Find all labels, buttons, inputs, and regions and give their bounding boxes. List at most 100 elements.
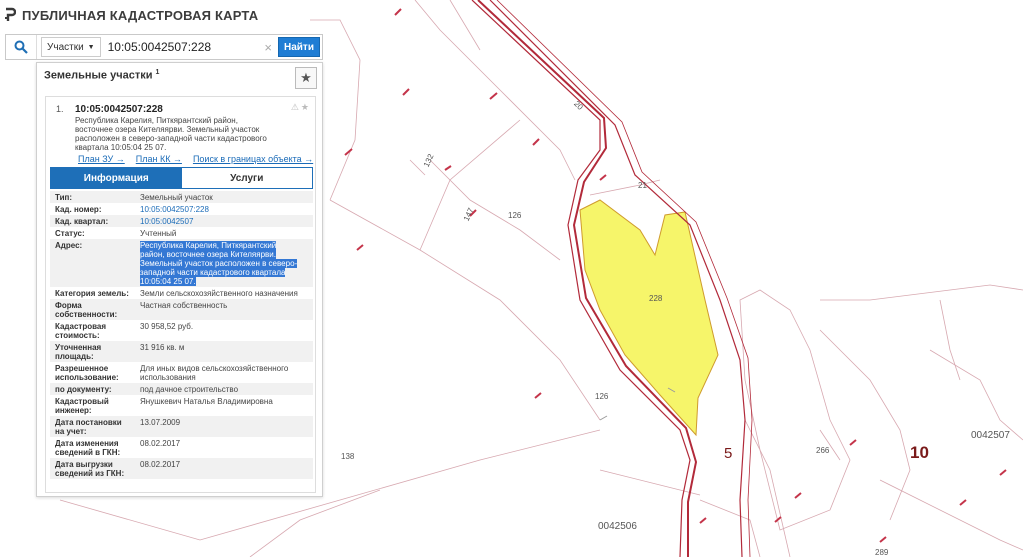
property-key-line: Кадастровый: [55, 397, 109, 406]
property-value: Янушкевич Наталья Владимировна: [140, 397, 313, 415]
property-value-line: 08.02.2017: [140, 460, 181, 469]
property-value-line: Земли сельскохозяйственного назначения: [140, 289, 298, 298]
property-value-line: Земельный участок: [140, 193, 213, 202]
property-key-line: Кад. квартал:: [55, 217, 109, 226]
property-value[interactable]: 10:05:0042507: [140, 217, 313, 226]
property-value: под дачное строительство: [140, 385, 313, 394]
property-row: Кад. квартал: 10:05:0042507: [50, 215, 313, 227]
property-value-line: под дачное строительство: [140, 385, 239, 394]
search-type-dropdown[interactable]: Участки ▼: [41, 37, 101, 57]
plan-kk-link[interactable]: План КК →: [136, 154, 182, 164]
result-actions-icons[interactable]: ⚠★: [291, 102, 311, 113]
property-key-line: использование:: [55, 373, 119, 382]
app-title: ПУБЛИЧНАЯ КАДАСТРОВАЯ КАРТА: [22, 7, 259, 23]
result-card: 1. 10:05:0042507:228 ⚠★ Республика Карел…: [45, 96, 316, 493]
property-row: Тип: Земельный участок: [50, 191, 313, 203]
property-key: Дата постановки на учет:: [50, 418, 140, 436]
property-key: Дата выгрузки сведений из ГКН:: [50, 460, 140, 478]
property-key-line: Статус:: [55, 229, 85, 238]
property-key: Адрес:: [50, 241, 140, 286]
property-key: Дата изменения сведений в ГКН:: [50, 439, 140, 457]
property-key: Кад. номер:: [50, 205, 140, 214]
panel-heading-count: 1: [155, 69, 160, 76]
map-label-138: 138: [341, 452, 355, 461]
property-key-line: Кад. номер:: [55, 205, 102, 214]
map-block-label-10: 10: [910, 443, 929, 462]
map-label-289: 289: [875, 548, 889, 557]
property-value-line: 08.02.2017: [140, 439, 181, 448]
property-value-line: использования: [140, 373, 196, 382]
property-value: Земельный участок: [140, 193, 313, 202]
property-value[interactable]: 10:05:0042507:228: [140, 205, 313, 214]
panel-heading: Земельные участки 1: [44, 69, 159, 82]
address-line: восточнее озера Кителяярви. Земельный уч…: [75, 125, 260, 134]
property-key: Уточненная площадь:: [50, 343, 140, 361]
property-key: Кадастровая стоимость:: [50, 322, 140, 340]
property-key-line: инженер:: [55, 406, 92, 415]
search-icon[interactable]: [6, 35, 37, 59]
property-value-line: Республика Карелия, Питкярантский: [140, 241, 277, 250]
property-key-line: собственности:: [55, 310, 118, 319]
property-value: 08.02.2017: [140, 439, 313, 457]
property-row: Кадастровый инженер: Янушкевич Наталья Вла…: [50, 395, 313, 416]
panel-heading-text: Земельные участки: [44, 69, 153, 82]
property-value: 08.02.2017: [140, 460, 313, 478]
property-key-line: Форма: [55, 301, 82, 310]
property-row: по документу: под дачное строительство: [50, 383, 313, 395]
results-panel: Земельные участки 1 ★ 1. 10:05:0042507:2…: [36, 62, 323, 497]
map-label-228: 228: [649, 294, 663, 303]
property-row: Дата выгрузки сведений из ГКН: 08.02.2017: [50, 458, 313, 479]
result-links: План ЗУ → План КК → Поиск в границах объ…: [78, 154, 313, 164]
property-value: Для иных видов сельскохозяйственного испо…: [140, 364, 313, 382]
property-value: Частная собственность: [140, 301, 313, 319]
property-key: Статус:: [50, 229, 140, 238]
property-key: Кадастровый инженер:: [50, 397, 140, 415]
property-key-line: Дата выгрузки: [55, 460, 113, 469]
clear-icon[interactable]: ×: [264, 40, 272, 55]
map-label-126-bottom: 126: [595, 392, 609, 401]
search-within-link[interactable]: Поиск в границах объекта →: [193, 154, 313, 164]
app-header: ПУБЛИЧНАЯ КАДАСТРОВАЯ КАРТА: [4, 4, 258, 26]
property-value: 30 958,52 руб.: [140, 322, 313, 340]
property-key: Категория земель:: [50, 289, 140, 298]
property-row: Категория земель: Земли сельскохозяйствен…: [50, 287, 313, 299]
property-key-line: площадь:: [55, 352, 94, 361]
property-value-line: Для иных видов сельскохозяйственного: [140, 364, 289, 373]
chevron-down-icon: ▼: [87, 43, 95, 51]
property-key-line: Категория земель:: [55, 289, 129, 298]
map-label-21: 21: [638, 181, 647, 190]
property-value-line: 30 958,52 руб.: [140, 322, 194, 331]
property-key-line: на учет:: [55, 427, 87, 436]
property-table: Тип: Земельный участок Кад. номер: 10:05:00…: [50, 191, 313, 479]
property-key-line: Адрес:: [55, 241, 83, 250]
map-label-266: 266: [816, 446, 830, 455]
property-key-line: сведений в ГКН:: [55, 448, 121, 457]
result-address: Республика Карелия, Питкярантский район,…: [75, 116, 285, 152]
property-row: Статус: Учтенный: [50, 227, 313, 239]
property-value-line: Учтенный: [140, 229, 177, 238]
address-line: Республика Карелия, Питкярантский район,: [75, 116, 238, 125]
find-button[interactable]: Найти: [278, 37, 320, 57]
property-key: Тип:: [50, 193, 140, 202]
result-cadastral-number[interactable]: 10:05:0042507:228: [75, 104, 163, 115]
property-key-line: Дата постановки: [55, 418, 122, 427]
favorite-star-button[interactable]: ★: [295, 67, 317, 89]
property-value-line: Янушкевич Наталья Владимировна: [140, 397, 273, 406]
property-key-line: стоимость:: [55, 331, 100, 340]
property-value-line: 10:05:04 25 07.: [140, 277, 196, 286]
search-input[interactable]: 10:05:0042507:228: [108, 40, 265, 54]
property-key: Форма собственности:: [50, 301, 140, 319]
property-value-line: Частная собственность: [140, 301, 228, 310]
property-row: Кадастровая стоимость: 30 958,52 руб.: [50, 320, 313, 341]
plan-zu-link[interactable]: План ЗУ →: [78, 154, 125, 164]
rosreestr-logo-icon: [4, 7, 17, 23]
property-value-line: 13.07.2009: [140, 418, 181, 427]
tab-services[interactable]: Услуги: [181, 168, 312, 188]
tab-info[interactable]: Информация: [51, 168, 182, 188]
property-value-line: западной части кадастрового квартала: [140, 268, 286, 277]
property-value-line: 10:05:0042507: [140, 217, 194, 226]
map-label-126-top: 126: [508, 211, 522, 220]
property-row: Кад. номер: 10:05:0042507:228: [50, 203, 313, 215]
property-key: Кад. квартал:: [50, 217, 140, 226]
property-row: Форма собственности: Частная собственность: [50, 299, 313, 320]
